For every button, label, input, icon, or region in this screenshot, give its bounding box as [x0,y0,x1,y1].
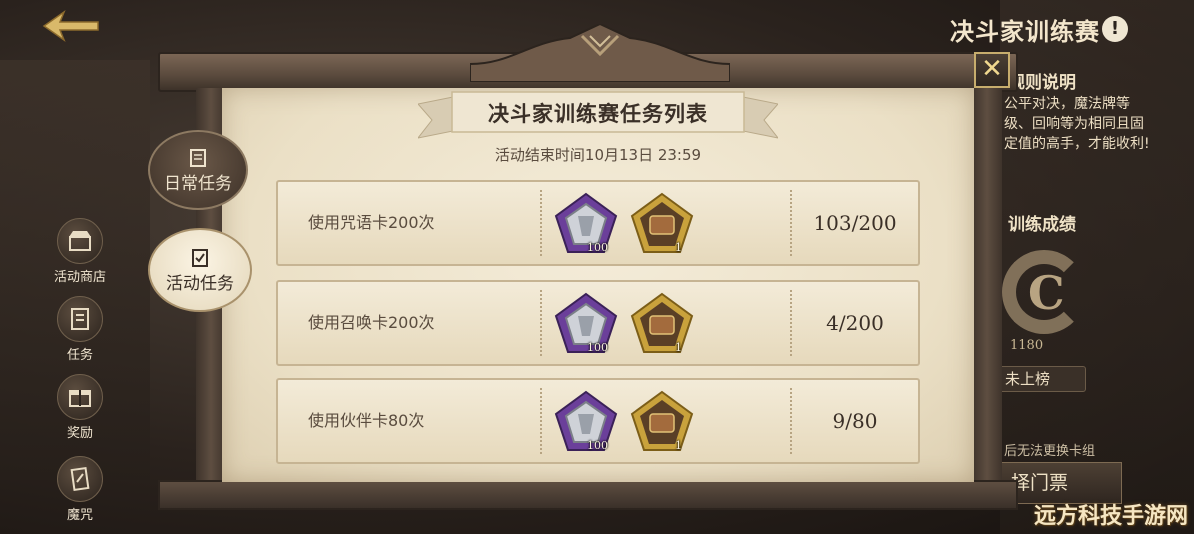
record-heading: 训练成绩 [1008,215,1076,235]
deck-note: 后无法更换卡组 [1004,444,1096,459]
task-name: 使用召唤卡200次 [308,313,435,332]
gold-chest-icon [630,292,694,353]
side-nav-label: 奖励 [66,426,93,441]
close-icon[interactable]: ✕ [974,52,1010,88]
reward-count: 100 [587,439,608,452]
event-title: 决斗家训练赛 [950,18,1100,46]
reward-gold-chest[interactable]: 1 [630,390,694,454]
silver-crest-icon [554,292,618,353]
back-button[interactable] [40,8,102,44]
reward-count: 1 [675,241,682,254]
reward-count: 100 [587,241,608,254]
tab-label: 活动任务 [166,273,234,294]
rank-score: 1180 [1010,338,1044,353]
side-nav-label: 任务 [66,348,93,363]
row-divider [540,388,542,454]
row-divider [540,290,542,356]
reward-icon [57,374,103,420]
rank-letter: C [1028,266,1065,320]
silver-crest-icon [554,192,618,253]
reward-silver-crest[interactable]: 100 [554,390,618,454]
reward-count: 1 [675,439,682,452]
rules-heading: 规则说明 [1008,73,1076,93]
task-progress: 4/200 [826,311,884,335]
reward-gold-chest[interactable]: 1 [630,192,694,256]
row-divider [540,190,542,256]
panel-frame-right [972,88,1002,488]
tab-label: 日常任务 [164,173,232,194]
back-arrow-icon [42,9,99,43]
tab-event-tasks[interactable]: 活动任务 [148,228,252,312]
reward-gold-chest[interactable]: 1 [630,292,694,356]
task-row: 使用召唤卡200次 100 1 4/200 [276,280,920,366]
side-nav-spells[interactable]: 魔咒 [46,456,114,523]
event-deadline: 活动结束时间10月13日 23:59 [494,146,702,164]
task-icon [57,296,103,342]
gold-chest-icon [630,390,694,451]
spell-icon [57,456,103,502]
task-name: 使用咒语卡200次 [308,213,435,232]
panel-title: 决斗家训练赛任务列表 [488,102,708,126]
info-icon[interactable]: ! [1102,16,1128,42]
silver-crest-icon [554,390,618,451]
side-nav-shop[interactable]: 活动商店 [46,218,114,285]
watermark: 远方科技手游网 [1033,504,1188,529]
panel-frame-bottom [158,480,1018,510]
shop-icon [57,218,103,264]
checklist-icon [192,248,208,267]
frame-crest-ornament [470,24,730,82]
gold-chest-icon [630,192,694,253]
rank-status: 未上榜 [998,366,1086,392]
tab-daily-tasks[interactable]: 日常任务 [148,130,248,210]
task-row: 使用咒语卡200次 100 1 103/200 [276,180,920,266]
side-nav-label: 魔咒 [66,508,93,523]
side-nav-rewards[interactable]: 奖励 [46,374,114,441]
task-name: 使用伙伴卡80次 [308,411,425,430]
reward-count: 100 [587,341,608,354]
reward-silver-crest[interactable]: 100 [554,192,618,256]
task-row: 使用伙伴卡80次 100 1 9/80 [276,378,920,464]
task-progress: 9/80 [832,409,878,433]
side-nav-tasks[interactable]: 任务 [46,296,114,363]
rules-text: 公平对决，魔法牌等级、回响等为相同且固定值的高手，才能收利! [1004,96,1150,152]
clipboard-icon [190,148,206,167]
reward-silver-crest[interactable]: 100 [554,292,618,356]
task-progress: 103/200 [813,211,897,235]
side-nav-label: 活动商店 [53,270,106,285]
reward-count: 1 [675,341,682,354]
